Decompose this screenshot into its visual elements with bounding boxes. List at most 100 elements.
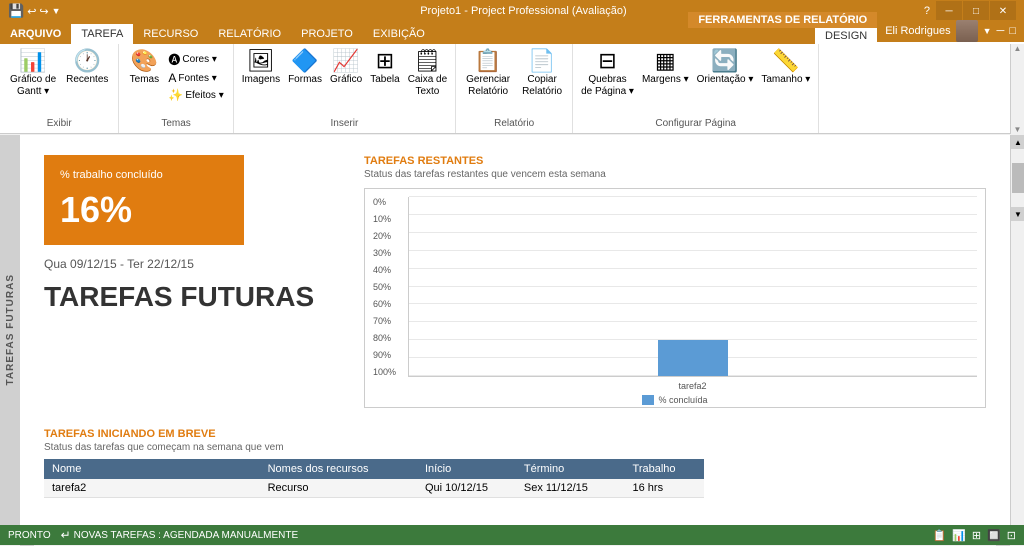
scroll-down-btn[interactable]: ▼ [1011, 207, 1024, 221]
legend-color [642, 395, 654, 405]
ribbon-maximize-btn[interactable]: □ [1009, 25, 1016, 37]
progress-widget: % trabalho concluído 16% [44, 155, 244, 245]
status-icon-3[interactable]: ⊞ [972, 529, 981, 542]
cell-nome: tarefa2 [44, 479, 260, 498]
report-title: TAREFAS FUTURAS [44, 281, 344, 313]
recent-label: Recentes [66, 74, 108, 85]
date-range: Qua 09/12/15 - Ter 22/12/15 [44, 257, 344, 271]
ribbon-tabs-row: ARQUIVO TAREFA RECURSO RELATÓRIO PROJETO… [0, 22, 1024, 44]
col-header-termino: Término [516, 459, 625, 479]
orientation-label: Orientação ▾ [697, 74, 754, 86]
manage-report-btn[interactable]: 📋 GerenciarRelatório [462, 48, 514, 100]
legend-label: % concluída [658, 395, 707, 405]
chart-btn[interactable]: 📈 Gráfico [328, 48, 364, 87]
new-tasks-text: NOVAS TAREFAS : AGENDADA MANUALMENTE [74, 530, 299, 541]
report-left-panel: % trabalho concluído 16% Qua 09/12/15 - … [44, 155, 344, 408]
user-name: Eli Rodrigues [885, 25, 950, 37]
chart-section-subtitle: Status das tarefas restantes que vencem … [364, 169, 986, 180]
temas-btn[interactable]: 🎨 Temas [125, 48, 163, 87]
table-row: tarefa2 Recurso Qui 10/12/15 Sex 11/12/1… [44, 479, 704, 498]
help-btn[interactable]: ? [919, 5, 935, 17]
status-icon-2[interactable]: 📊 [952, 529, 966, 542]
status-icon-1[interactable]: 📋 [932, 529, 946, 542]
x-label-tarefa2: tarefa2 [678, 381, 706, 391]
vertical-scrollbar[interactable]: ▲ ▼ [1010, 135, 1024, 525]
chart-plot-area [408, 197, 977, 377]
tools-tab-label: FERRAMENTAS DE RELATÓRIO [688, 12, 877, 28]
table-label: Tabela [370, 74, 399, 85]
chart-label: Gráfico [330, 74, 362, 85]
chart-bar-tarefa2 [658, 340, 728, 376]
size-label: Tamanho ▾ [761, 74, 810, 86]
shapes-btn[interactable]: 🔷 Formas [286, 48, 324, 87]
ribbon-group-temas: 🎨 Temas 🅐 Cores ▾ A Fontes ▾ ✨ Efeitos ▾… [119, 44, 233, 133]
textbox-btn[interactable]: 🗒 Caixa deTexto [406, 48, 449, 100]
col-header-trabalho: Trabalho [625, 459, 704, 479]
margins-label: Margens ▾ [642, 74, 689, 86]
bottom-section: TAREFAS INICIANDO EM BREVE Status das ta… [44, 428, 986, 498]
chart-container: 100% 90% 80% 70% 60% 50% 40% 30% 20% 10%… [364, 188, 986, 408]
config-pagina-group-label: Configurar Página [579, 118, 812, 129]
efeitos-btn[interactable]: ✨ Efeitos ▾ [165, 87, 226, 103]
images-btn[interactable]: 🖼 Imagens [240, 48, 282, 87]
exibir-group-label: Exibir [6, 118, 112, 129]
progress-label: % trabalho concluído [60, 169, 228, 181]
copy-report-btn[interactable]: 📄 CopiarRelatório [518, 48, 566, 100]
status-icon-4[interactable]: 🔲 [987, 529, 1001, 542]
cores-btn[interactable]: 🅐 Cores ▾ [165, 50, 226, 69]
tab-recurso[interactable]: RECURSO [133, 24, 208, 44]
save-icon[interactable]: 💾 [8, 3, 24, 19]
cell-recursos: Recurso [260, 479, 417, 498]
tab-exibicao[interactable]: EXIBIÇÃO [363, 24, 435, 44]
page-breaks-btn[interactable]: ⊟ Quebrasde Página ▾ [579, 48, 636, 100]
dropdown-icon[interactable]: ▼ [52, 6, 61, 16]
tab-projeto[interactable]: PROJETO [291, 24, 363, 44]
shapes-label: Formas [288, 74, 322, 85]
ribbon-group-relatorio: 📋 GerenciarRelatório 📄 CopiarRelatório R… [456, 44, 573, 133]
gantt-chart-label: Gráfico deGantt ▾ [10, 74, 56, 98]
y-label-80: 80% [373, 333, 404, 343]
minimize-btn[interactable]: ─ [936, 1, 962, 21]
close-btn[interactable]: ✕ [990, 1, 1016, 21]
y-label-60: 60% [373, 299, 404, 309]
user-dropdown-btn[interactable]: ▼ [983, 26, 992, 36]
temas-group-label: Temas [125, 118, 226, 129]
maximize-btn[interactable]: □ [963, 1, 989, 21]
margins-btn[interactable]: ▦ Margens ▾ [640, 48, 691, 88]
page-breaks-label: Quebrasde Página ▾ [581, 74, 634, 98]
cell-inicio: Qui 10/12/15 [417, 479, 516, 498]
scroll-thumb[interactable] [1012, 163, 1024, 193]
recent-btn[interactable]: 🕐 Recentes [62, 48, 112, 87]
sidebar-panel: TAREFAS FUTURAS [0, 135, 20, 525]
orientation-btn[interactable]: 🔄 Orientação ▾ [695, 48, 756, 88]
col-header-nome: Nome [44, 459, 260, 479]
bottom-section-title: TAREFAS INICIANDO EM BREVE [44, 428, 986, 440]
status-icon-5[interactable]: ⊡ [1007, 529, 1016, 542]
scroll-up-btn[interactable]: ▲ [1011, 135, 1024, 149]
fontes-btn[interactable]: A Fontes ▾ [165, 70, 226, 86]
temas-label: Temas [130, 74, 159, 85]
gantt-chart-btn[interactable]: 📊 Gráfico deGantt ▾ [6, 48, 60, 100]
main-content-area: % trabalho concluído 16% Qua 09/12/15 - … [20, 135, 1010, 525]
report-right-panel: TAREFAS RESTANTES Status das tarefas res… [364, 155, 986, 408]
table-btn[interactable]: ⊞ Tabela [368, 48, 401, 87]
y-label-20: 20% [373, 231, 404, 241]
tab-tarefa[interactable]: TAREFA [71, 24, 133, 44]
size-btn[interactable]: 📏 Tamanho ▾ [759, 48, 812, 88]
tab-arquivo[interactable]: ARQUIVO [0, 24, 71, 44]
ribbon-group-config-pagina: ⊟ Quebrasde Página ▾ ▦ Margens ▾ 🔄 Orien… [573, 44, 819, 133]
ribbon-vscroll[interactable]: ▲ ▼ [1010, 44, 1024, 134]
y-label-100: 100% [373, 367, 404, 377]
undo-icon[interactable]: ↩ [27, 5, 36, 18]
status-ready: PRONTO [8, 530, 51, 541]
y-label-0: 0% [373, 197, 404, 207]
ribbon-minimize-btn[interactable]: ─ [997, 25, 1005, 37]
status-bar: PRONTO ↵ NOVAS TAREFAS : AGENDADA MANUAL… [0, 525, 1024, 545]
tab-design[interactable]: DESIGN [815, 28, 877, 44]
textbox-label: Caixa deTexto [408, 74, 447, 98]
relatorio-group-label: Relatório [462, 118, 566, 129]
chart-x-labels: tarefa2 [373, 381, 977, 391]
tab-relatorio[interactable]: RELATÓRIO [208, 24, 291, 44]
y-label-90: 90% [373, 350, 404, 360]
redo-icon[interactable]: ↪ [39, 5, 48, 18]
